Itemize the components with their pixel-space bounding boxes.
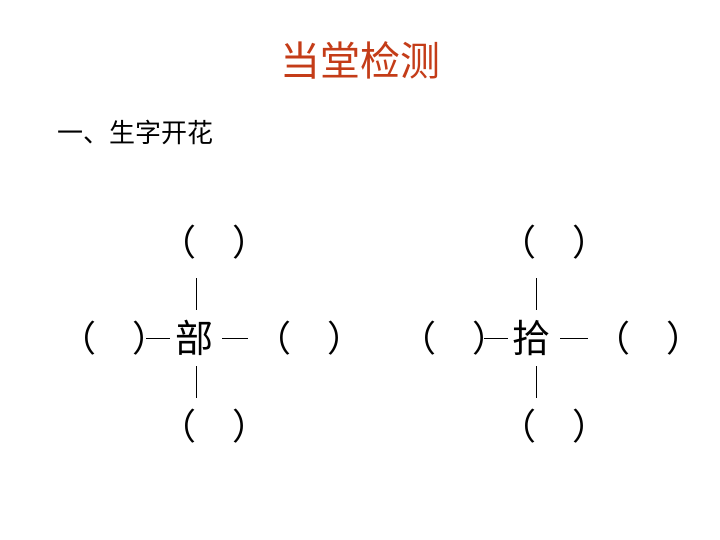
connector-bottom [536, 366, 537, 398]
blank-bottom[interactable]: （ ） [500, 410, 608, 446]
section-heading: 一、生字开花 [57, 119, 214, 149]
blank-top[interactable]: （ ） [160, 226, 268, 262]
center-character: 拾 [512, 317, 551, 361]
connector-right [560, 338, 588, 339]
connector-top [196, 278, 197, 310]
blank-top[interactable]: （ ） [500, 226, 608, 262]
center-character: 部 [175, 317, 214, 361]
blank-left[interactable]: （ ） [400, 322, 508, 358]
connector-right [222, 338, 248, 339]
connector-left [146, 338, 170, 339]
connector-top [536, 278, 537, 310]
blank-right[interactable]: （ ） [594, 322, 702, 358]
blank-bottom[interactable]: （ ） [160, 410, 268, 446]
connector-left [484, 338, 508, 339]
connector-bottom [196, 366, 197, 398]
page-title: 当堂检测 [280, 39, 440, 85]
blank-right[interactable]: （ ） [255, 322, 363, 358]
blank-left[interactable]: （ ） [60, 322, 168, 358]
